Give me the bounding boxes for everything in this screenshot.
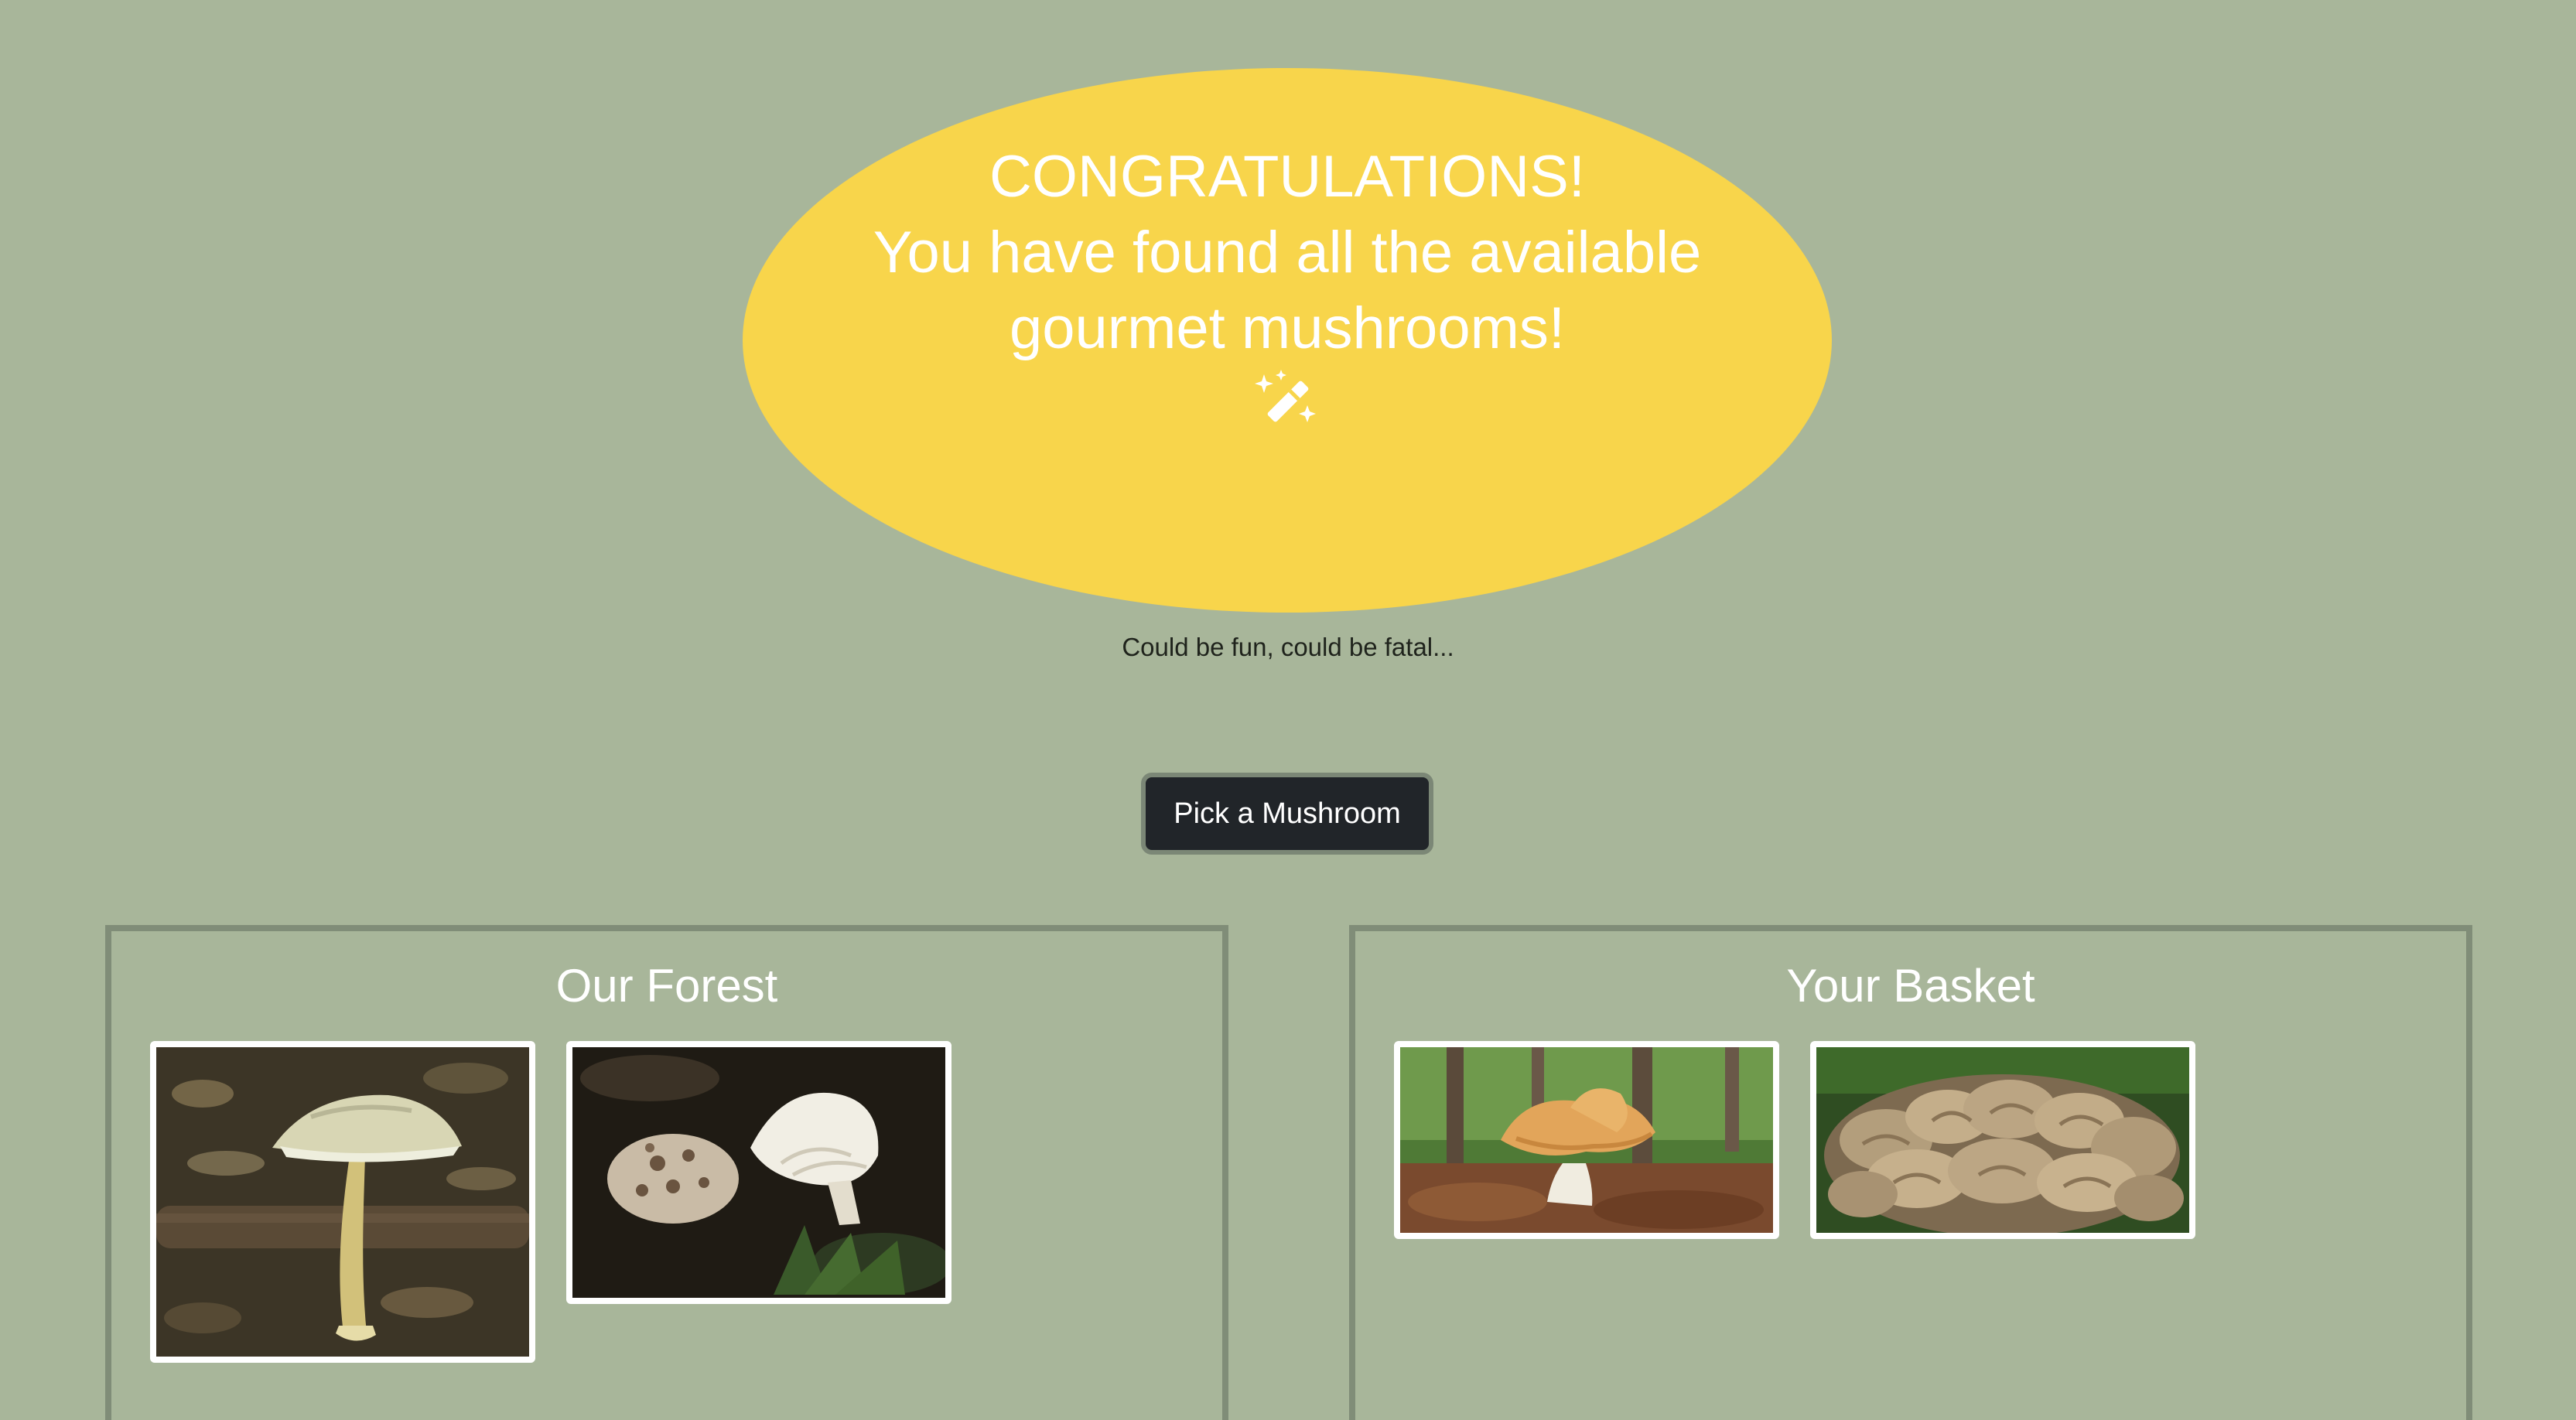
basket-mushroom-image-1 [1400,1047,1773,1233]
message-line-3: gourmet mushrooms! [1009,295,1566,361]
basket-panel: Your Basket [1349,925,2472,1420]
pick-mushroom-button[interactable]: Pick a Mushroom [1141,773,1433,855]
basket-title: Your Basket [1786,960,2035,1012]
message-line-2: You have found all the available [873,220,1702,285]
forest-mushroom-card-2[interactable] [566,1041,951,1304]
forest-title: Our Forest [555,960,778,1012]
forest-mushroom-card-1[interactable] [150,1041,535,1363]
message-line-1: CONGRATULATIONS! [989,144,1585,210]
forest-mushroom-image-2 [572,1047,945,1298]
congratulations-message: CONGRATULATIONS! You have found all the … [743,139,1832,367]
forest-panel: Our Forest [105,925,1228,1420]
tagline: Could be fun, could be fatal... [1122,633,1454,661]
basket-mushroom-image-2 [1816,1047,2189,1233]
basket-mushroom-card-2[interactable] [1810,1041,2195,1239]
basket-mushroom-card-1[interactable] [1394,1041,1779,1239]
magic-wand-icon [1253,367,1323,436]
forest-mushroom-image-1 [156,1047,529,1357]
